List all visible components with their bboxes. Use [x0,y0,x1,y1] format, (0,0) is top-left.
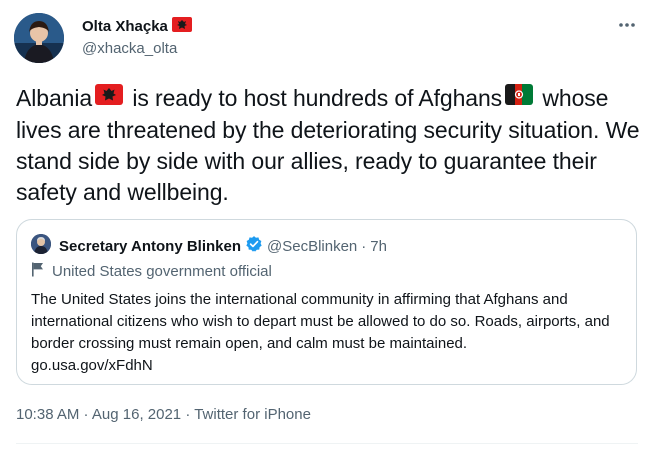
quoted-tweet[interactable]: Secretary Antony Blinken @SecBlinken · 7… [16,219,637,385]
tweet-time[interactable]: 10:38 AM [16,406,79,423]
footer-separator: · [181,406,195,423]
government-label: United States government official [31,262,272,281]
quoted-author-handle[interactable]: @SecBlinken [267,238,357,255]
albania-flag-icon [171,17,192,36]
tweet-source[interactable]: Twitter for iPhone [194,406,311,423]
government-label-text: United States government official [52,263,272,280]
author-name[interactable]: Olta Xhaçka [82,17,192,36]
quoted-time[interactable]: 7h [370,238,387,255]
more-dots-icon [618,15,636,33]
tweet-text-part2: is ready to host hundreds of Afghans [126,85,503,111]
albania-flag-icon [95,82,124,113]
author-name-text: Olta Xhaçka [82,18,168,35]
tweet-card: Olta Xhaçka @xhacka_olta Albania is read… [0,0,654,453]
quoted-author-avatar[interactable] [31,234,51,254]
quoted-separator: · [361,237,367,255]
divider [16,443,638,444]
tweet-date[interactable]: Aug 16, 2021 [92,406,181,423]
author-avatar[interactable] [14,13,64,63]
tweet-text: Albania is ready to host hundreds of Afg… [16,83,641,208]
quoted-tweet-link[interactable]: go.usa.gov/xFdhN [31,357,153,374]
verified-badge-icon [245,235,263,257]
more-options-button[interactable] [614,14,640,34]
quoted-author-name[interactable]: Secretary Antony Blinken [59,238,241,255]
author-handle[interactable]: @xhacka_olta [82,40,177,57]
flag-outline-icon [31,262,44,281]
quoted-tweet-text: The United States joins the internationa… [31,291,610,352]
footer-separator: · [79,406,92,423]
tweet-text-part1: Albania [16,85,93,111]
quoted-tweet-body: The United States joins the internationa… [31,289,626,377]
quoted-tweet-header: Secretary Antony Blinken @SecBlinken · 7… [59,235,387,257]
tweet-footer: 10:38 AM · Aug 16, 2021 · Twitter for iP… [16,406,311,423]
afghanistan-flag-icon [505,82,534,113]
